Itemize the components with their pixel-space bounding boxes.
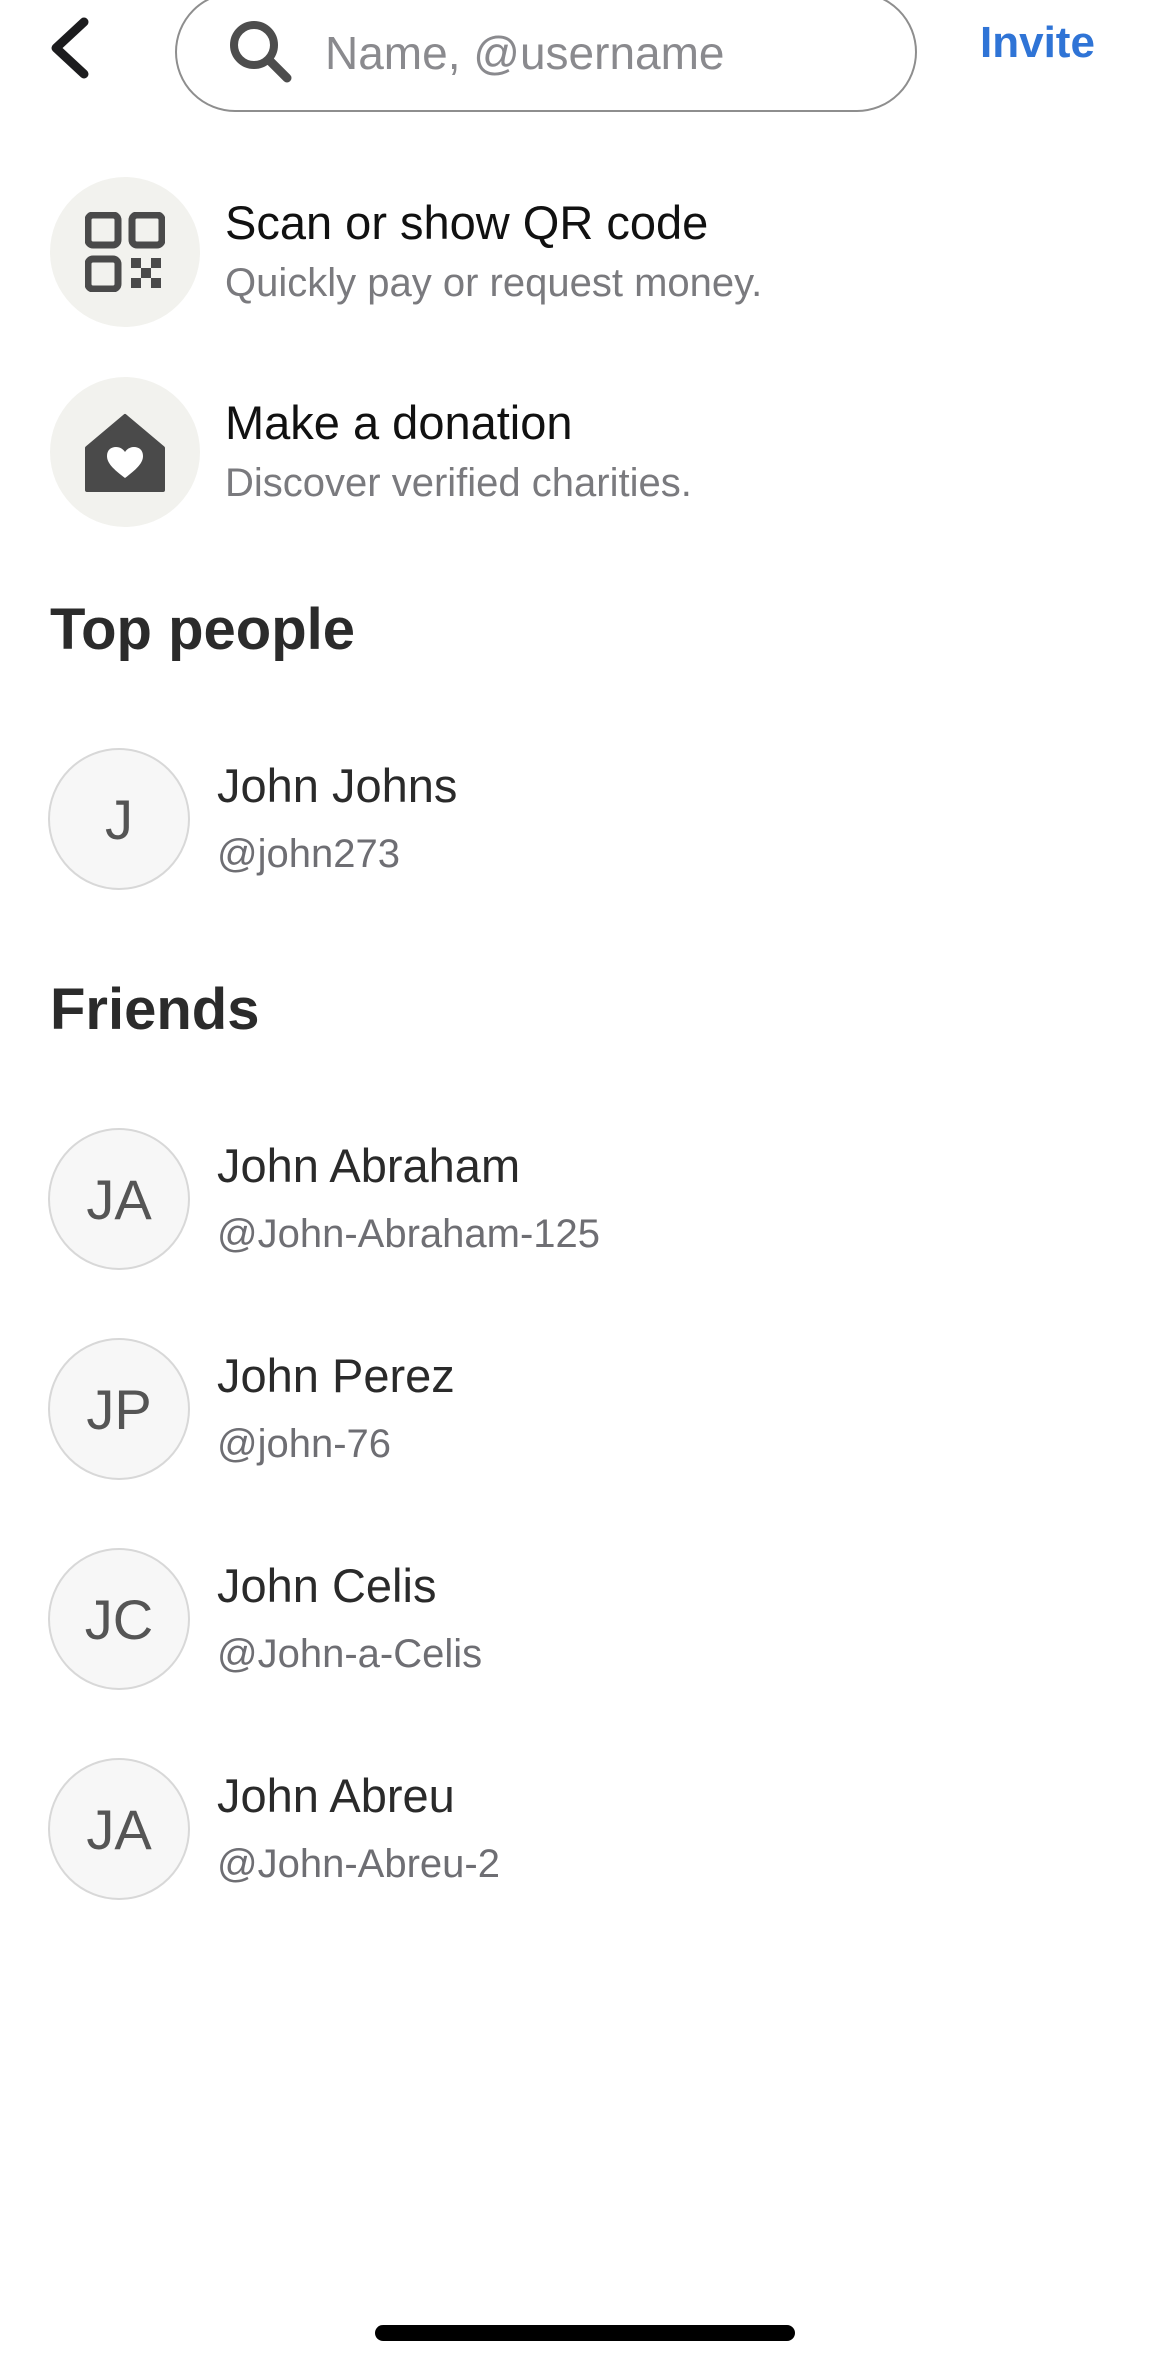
scan-qr-code-row[interactable]: Scan or show QR code Quickly pay or requ… xyxy=(0,177,1170,337)
search-icon xyxy=(230,21,292,83)
avatar: JC xyxy=(48,1548,190,1690)
friend-row-john-abraham[interactable]: JA John Abraham @John-Abraham-125 xyxy=(0,1128,1170,1278)
back-button[interactable] xyxy=(40,8,100,88)
avatar: JA xyxy=(48,1758,190,1900)
invite-button[interactable]: Invite xyxy=(980,18,1095,68)
action-subtitle: Discover verified charities. xyxy=(225,461,692,505)
qr-code-icon-wrap xyxy=(50,177,200,327)
friend-row-john-celis[interactable]: JC John Celis @John-a-Celis xyxy=(0,1548,1170,1698)
person-name: John Perez xyxy=(217,1349,455,1402)
person-handle: @John-a-Celis xyxy=(217,1632,483,1676)
home-indicator[interactable] xyxy=(375,2325,795,2341)
person-name: John Abreu xyxy=(217,1769,455,1822)
friend-row-john-abreu[interactable]: JA John Abreu @John-Abreu-2 xyxy=(0,1758,1170,1908)
search-box[interactable] xyxy=(175,0,917,112)
donation-icon-wrap xyxy=(50,377,200,527)
avatar: JP xyxy=(48,1338,190,1480)
person-name: John Celis xyxy=(217,1559,437,1612)
person-handle: @John-Abreu-2 xyxy=(217,1842,500,1886)
search-input[interactable] xyxy=(325,14,885,92)
avatar: JA xyxy=(48,1128,190,1270)
make-donation-row[interactable]: Make a donation Discover verified charit… xyxy=(0,377,1170,537)
chevron-left-icon xyxy=(51,17,89,79)
person-row-john-johns[interactable]: J John Johns @john273 xyxy=(0,748,1170,898)
top-bar: Invite xyxy=(0,0,1170,120)
person-handle: @john-76 xyxy=(217,1422,392,1466)
top-people-heading: Top people xyxy=(50,597,356,662)
action-title: Scan or show QR code xyxy=(225,196,709,249)
friends-heading: Friends xyxy=(50,977,260,1042)
action-subtitle: Quickly pay or request money. xyxy=(225,261,763,305)
person-name: John Abraham xyxy=(217,1139,521,1192)
heart-house-icon xyxy=(85,414,165,492)
qr-code-icon xyxy=(85,212,165,292)
person-handle: @john273 xyxy=(217,832,400,876)
friend-row-john-perez[interactable]: JP John Perez @john-76 xyxy=(0,1338,1170,1488)
person-name: John Johns xyxy=(217,759,458,812)
avatar: J xyxy=(48,748,190,890)
person-handle: @John-Abraham-125 xyxy=(217,1212,601,1256)
action-title: Make a donation xyxy=(225,396,573,449)
